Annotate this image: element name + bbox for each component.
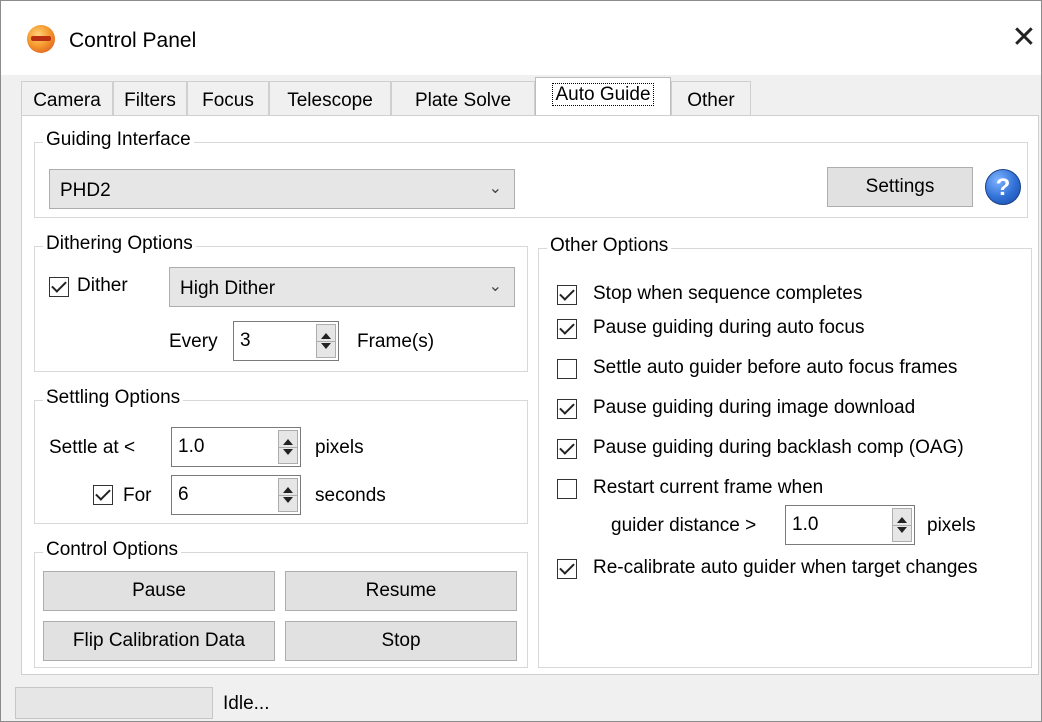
dithering-options-title: Dithering Options: [43, 233, 196, 255]
settle-pixels-stepper[interactable]: 1.0: [171, 427, 301, 467]
settling-options-title: Settling Options: [43, 387, 184, 409]
help-icon[interactable]: ?: [985, 169, 1021, 205]
guider-distance-value: 1.0: [792, 514, 819, 535]
stepper-arrows-icon[interactable]: [278, 430, 298, 464]
every-label: Every: [169, 331, 218, 352]
resume-button[interactable]: Resume: [285, 571, 517, 611]
option-checkbox-settle-before-focus[interactable]: [557, 359, 577, 379]
status-text: Idle...: [223, 693, 270, 714]
tab-focus[interactable]: Focus: [187, 81, 269, 115]
title-bar: Control Panel ✕: [1, 1, 1041, 75]
app-icon: [27, 25, 55, 53]
window-title: Control Panel: [69, 29, 197, 52]
stepper-arrows-icon[interactable]: [278, 478, 298, 512]
settle-pixels-value: 1.0: [178, 436, 205, 457]
settling-options-group: Settling Options Settle at < 1.0 pixels …: [34, 387, 528, 524]
guider-distance-label: guider distance >: [611, 515, 757, 536]
dither-every-value: 3: [240, 330, 251, 351]
option-label: Re-calibrate auto guider when target cha…: [593, 557, 978, 578]
chevron-down-icon: ⌄: [488, 180, 502, 197]
other-options-group: Other Options Stop when sequence complet…: [538, 235, 1032, 668]
dither-mode-select[interactable]: High Dither ⌄: [169, 267, 515, 307]
option-label: Settle auto guider before auto focus fra…: [593, 357, 958, 378]
auto-guide-panel: Guiding Interface PHD2 ⌄ Settings ? Dith…: [21, 115, 1039, 675]
tab-auto-guide-label: Auto Guide: [552, 83, 654, 106]
for-label: For: [123, 485, 152, 506]
dither-label: Dither: [77, 275, 128, 296]
tab-plate-solve[interactable]: Plate Solve: [391, 81, 535, 115]
option-label: Pause guiding during image download: [593, 397, 916, 418]
guiding-interface-select[interactable]: PHD2 ⌄: [49, 169, 515, 209]
guider-pixels-label: pixels: [927, 515, 976, 536]
tab-other[interactable]: Other: [671, 81, 751, 115]
status-progress-cell: [15, 687, 213, 719]
flip-calibration-button[interactable]: Flip Calibration Data: [43, 621, 275, 661]
guiding-interface-group: Guiding Interface PHD2 ⌄ Settings ?: [34, 129, 1028, 218]
control-options-title: Control Options: [43, 539, 182, 561]
guiding-interface-value: PHD2: [60, 180, 111, 201]
pause-button[interactable]: Pause: [43, 571, 275, 611]
dithering-options-group: Dithering Options Dither High Dither ⌄ E…: [34, 233, 528, 372]
option-checkbox-pause-backlash[interactable]: [557, 439, 577, 459]
option-checkbox-stop-sequence[interactable]: [557, 285, 577, 305]
settle-at-label: Settle at <: [49, 437, 136, 458]
stop-button[interactable]: Stop: [285, 621, 517, 661]
guider-distance-stepper[interactable]: 1.0: [785, 505, 915, 545]
settings-button[interactable]: Settings: [827, 167, 973, 207]
tab-auto-guide[interactable]: Auto Guide: [535, 77, 671, 117]
control-panel-window: Control Panel ✕ Camera Filters Focus Tel…: [0, 0, 1042, 722]
settle-seconds-value: 6: [178, 484, 189, 505]
option-checkbox-recalibrate[interactable]: [557, 559, 577, 579]
tab-camera[interactable]: Camera: [21, 81, 113, 115]
other-options-title: Other Options: [547, 235, 672, 257]
option-label: Pause guiding during backlash comp (OAG): [593, 437, 964, 458]
guiding-interface-title: Guiding Interface: [43, 129, 194, 151]
option-label: Pause guiding during auto focus: [593, 317, 865, 338]
settle-seconds-stepper[interactable]: 6: [171, 475, 301, 515]
option-label: Stop when sequence completes: [593, 283, 863, 304]
option-checkbox-pause-download[interactable]: [557, 399, 577, 419]
dither-every-stepper[interactable]: 3: [233, 321, 339, 361]
chevron-down-icon: ⌄: [488, 278, 502, 295]
option-checkbox-pause-autofocus[interactable]: [557, 319, 577, 339]
tab-telescope[interactable]: Telescope: [269, 81, 391, 115]
stepper-arrows-icon[interactable]: [892, 508, 912, 542]
dither-mode-value: High Dither: [180, 278, 276, 299]
option-checkbox-restart-frame[interactable]: [557, 479, 577, 499]
close-icon[interactable]: ✕: [1007, 21, 1041, 55]
settle-pixels-label: pixels: [315, 437, 364, 458]
settle-for-checkbox[interactable]: [93, 485, 113, 505]
seconds-label: seconds: [315, 485, 386, 506]
stepper-arrows-icon[interactable]: [316, 324, 336, 358]
option-label: Restart current frame when: [593, 477, 824, 498]
frames-label: Frame(s): [357, 331, 435, 352]
control-options-group: Control Options Pause Resume Flip Calibr…: [34, 539, 528, 668]
tab-filters[interactable]: Filters: [113, 81, 187, 115]
dither-checkbox[interactable]: [49, 277, 69, 297]
